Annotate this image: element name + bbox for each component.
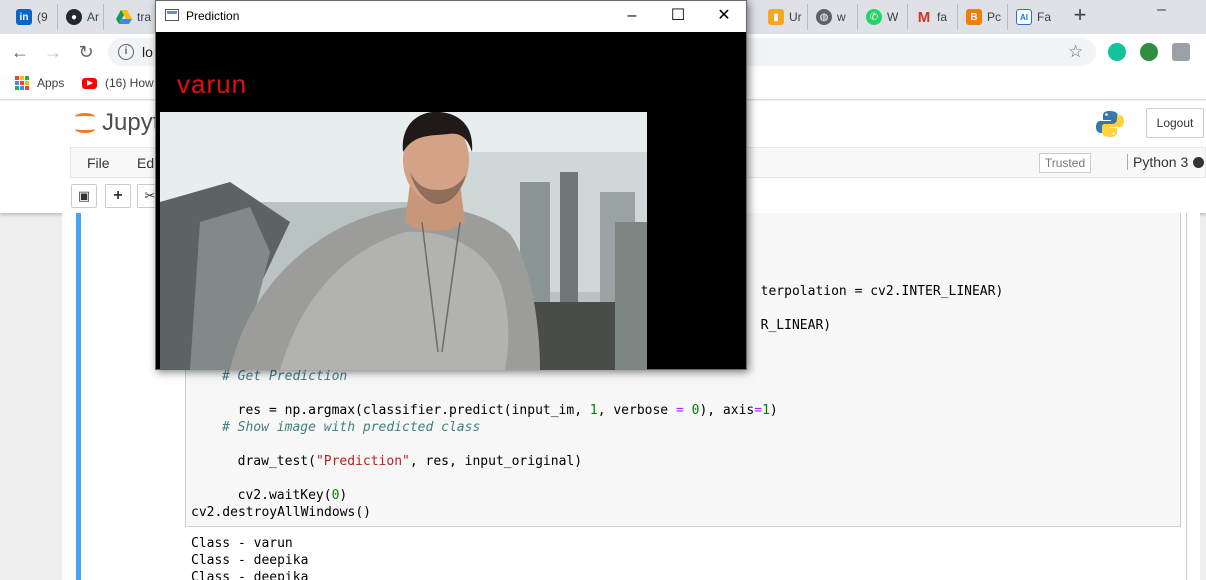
output-line: Class - deepika	[191, 553, 309, 568]
github-icon: ●	[66, 9, 82, 25]
browser-tab-linkedin[interactable]: in (9	[10, 4, 58, 30]
trusted-badge[interactable]: Trusted	[1039, 153, 1091, 173]
grammarly-icon[interactable]	[1108, 43, 1126, 61]
whatsapp-icon: ✆	[866, 9, 882, 25]
plus-icon[interactable]: +	[105, 184, 131, 208]
menu-file[interactable]: File	[87, 155, 110, 171]
output-line: Class - deepika	[191, 570, 309, 580]
browser-tab-drive[interactable]: tra	[110, 4, 154, 30]
code-line-partial-2: R_LINEAR)	[760, 318, 832, 333]
bookmark-apps[interactable]: Apps	[15, 76, 64, 90]
tab-label: Ar	[87, 10, 99, 24]
minimize-browser-icon[interactable]: –	[1157, 2, 1171, 20]
blogger-icon: B	[966, 9, 982, 25]
tab-label: tra	[137, 10, 152, 24]
tab-label: w	[837, 10, 846, 24]
apps-grid-icon	[15, 76, 29, 90]
tab-label: Fa	[1037, 10, 1052, 24]
python-logo-icon	[1095, 109, 1125, 139]
jupyter-logo[interactable]: Jupyt	[74, 109, 159, 137]
code-line-partial-1: terpolation = cv2.INTER_LINEAR)	[760, 284, 1004, 299]
new-tab-button[interactable]: +	[1069, 4, 1091, 27]
window-maximize-button[interactable]: ☐	[658, 5, 698, 27]
code-line-draw: draw_test("Prediction", res, input_origi…	[237, 454, 583, 469]
globe-extension-icon[interactable]	[1140, 43, 1158, 61]
jupyter-logo-icon	[74, 109, 96, 137]
camera-icon[interactable]	[1172, 43, 1190, 61]
code-line-destroy: cv2.destroyAllWindows()	[191, 505, 372, 520]
window-close-button[interactable]: ✕	[704, 5, 744, 27]
prediction-window[interactable]: Prediction – ☐ ✕ varun	[155, 0, 747, 370]
youtube-icon	[82, 77, 97, 89]
kernel-status-icon	[1193, 157, 1204, 168]
browser-tab-ai[interactable]: AI Fa	[1010, 4, 1058, 30]
browser-tab-whatsapp[interactable]: ✆ W	[860, 4, 908, 30]
kernel-name[interactable]: Python 3	[1127, 154, 1188, 170]
output-line: Class - varun	[191, 536, 293, 551]
save-icon[interactable]: ▣	[71, 184, 97, 208]
ai-icon: AI	[1016, 9, 1032, 25]
tab-label: (9	[37, 10, 48, 24]
bookmark-youtube[interactable]: (16) How	[82, 76, 154, 90]
code-comment: # Get Prediction	[222, 369, 348, 384]
gmail-icon: M	[917, 8, 931, 26]
browser-tab-globe[interactable]: ◍ w	[810, 4, 858, 30]
bookmark-label: Apps	[37, 76, 65, 90]
address-url[interactable]: lo	[142, 44, 153, 60]
browser-tab-book[interactable]: ▮ Ur	[762, 4, 808, 30]
bookmark-label: (16) How	[105, 76, 154, 90]
code-comment: # Show image with predicted class	[222, 420, 481, 435]
browser-tab-github[interactable]: ● Ar	[60, 4, 104, 30]
back-icon[interactable]: ←	[9, 41, 31, 63]
book-icon: ▮	[768, 9, 784, 25]
browser-tab-gmail[interactable]: M fa	[910, 4, 958, 30]
tab-label: W	[887, 10, 899, 24]
tab-label: Pc	[987, 10, 1002, 24]
bookmark-star-icon[interactable]: ☆	[1068, 42, 1083, 62]
cell-selection-bar	[76, 213, 81, 580]
code-line-waitkey: cv2.waitKey(0)	[237, 488, 348, 503]
window-minimize-button[interactable]: –	[612, 5, 652, 27]
predicted-class-label: varun	[177, 69, 248, 99]
forward-icon[interactable]: →	[42, 41, 64, 63]
logout-button[interactable]: Logout	[1146, 108, 1204, 138]
tab-label: fa	[937, 10, 948, 24]
drive-icon	[116, 9, 132, 25]
globe-icon: ◍	[816, 9, 832, 25]
prediction-photo	[160, 112, 647, 370]
tab-label: Ur	[789, 10, 802, 24]
prediction-window-title: Prediction	[186, 9, 240, 23]
prediction-titlebar[interactable]: Prediction – ☐ ✕	[156, 1, 746, 32]
window-app-icon	[165, 9, 179, 21]
reload-icon[interactable]: ↻	[75, 41, 97, 63]
info-icon[interactable]: i	[118, 44, 134, 60]
browser-tab-blogger[interactable]: B Pc	[960, 4, 1008, 30]
code-line-res: res = np.argmax(classifier.predict(input…	[237, 403, 778, 418]
linkedin-icon: in	[16, 9, 32, 25]
jupyter-logo-text: Jupyt	[102, 109, 160, 136]
